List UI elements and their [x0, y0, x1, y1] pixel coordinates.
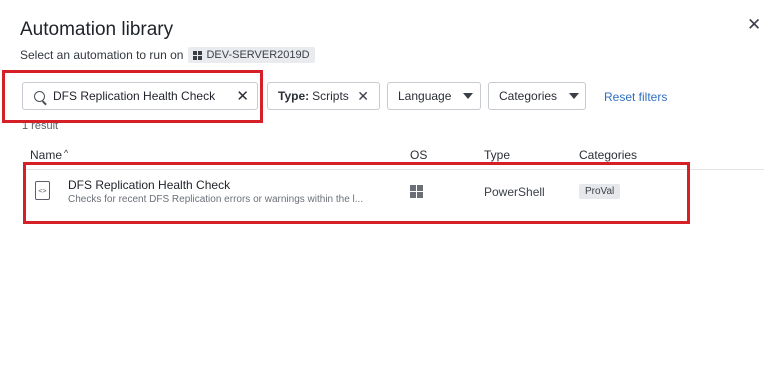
category-badge: ProVal — [579, 184, 621, 199]
sort-ascending-icon: ^ — [64, 148, 69, 158]
subtitle-text: Select an automation to run on — [20, 48, 184, 62]
language-dropdown[interactable]: Language — [387, 82, 481, 110]
automation-description: Checks for recent DFS Replication errors… — [68, 194, 364, 205]
dialog-title: Automation library — [20, 19, 174, 40]
clear-search-icon[interactable]: ✕ — [236, 87, 249, 105]
remove-type-filter-icon[interactable]: ✕ — [357, 88, 369, 105]
script-file-icon: <> — [35, 181, 50, 200]
result-count: 1 result — [22, 120, 59, 132]
windows-icon — [410, 185, 423, 198]
automation-name[interactable]: DFS Replication Health Check — [68, 178, 230, 192]
column-header-name[interactable]: Name ^ — [30, 148, 68, 162]
column-header-name-label: Name — [30, 148, 63, 162]
language-label: Language — [398, 89, 452, 103]
type-filter-chip[interactable]: Type: Scripts ✕ — [267, 82, 380, 110]
close-icon[interactable]: ✕ — [747, 16, 761, 34]
windows-icon — [193, 50, 203, 60]
column-header-categories[interactable]: Categories — [579, 148, 637, 162]
automation-type: PowerShell — [484, 185, 545, 199]
device-chip: DEV-SERVER2019D — [188, 47, 315, 63]
device-name: DEV-SERVER2019D — [206, 49, 310, 61]
column-header-type[interactable]: Type — [484, 148, 510, 162]
chevron-down-icon — [569, 93, 580, 99]
search-input[interactable]: DFS Replication Health Check ✕ — [22, 82, 258, 110]
search-icon — [34, 90, 45, 102]
column-header-os[interactable]: OS — [410, 148, 427, 162]
type-filter-label: Type: — [278, 89, 310, 103]
dialog-subtitle: Select an automation to run on DEV-SERVE… — [20, 47, 315, 63]
type-filter-value: Scripts — [312, 89, 349, 103]
search-value[interactable]: DFS Replication Health Check — [53, 89, 236, 103]
categories-label: Categories — [499, 89, 558, 103]
chevron-down-icon — [463, 93, 474, 99]
categories-dropdown[interactable]: Categories — [488, 82, 586, 110]
reset-filters-link[interactable]: Reset filters — [604, 90, 667, 104]
header-divider — [22, 169, 764, 170]
